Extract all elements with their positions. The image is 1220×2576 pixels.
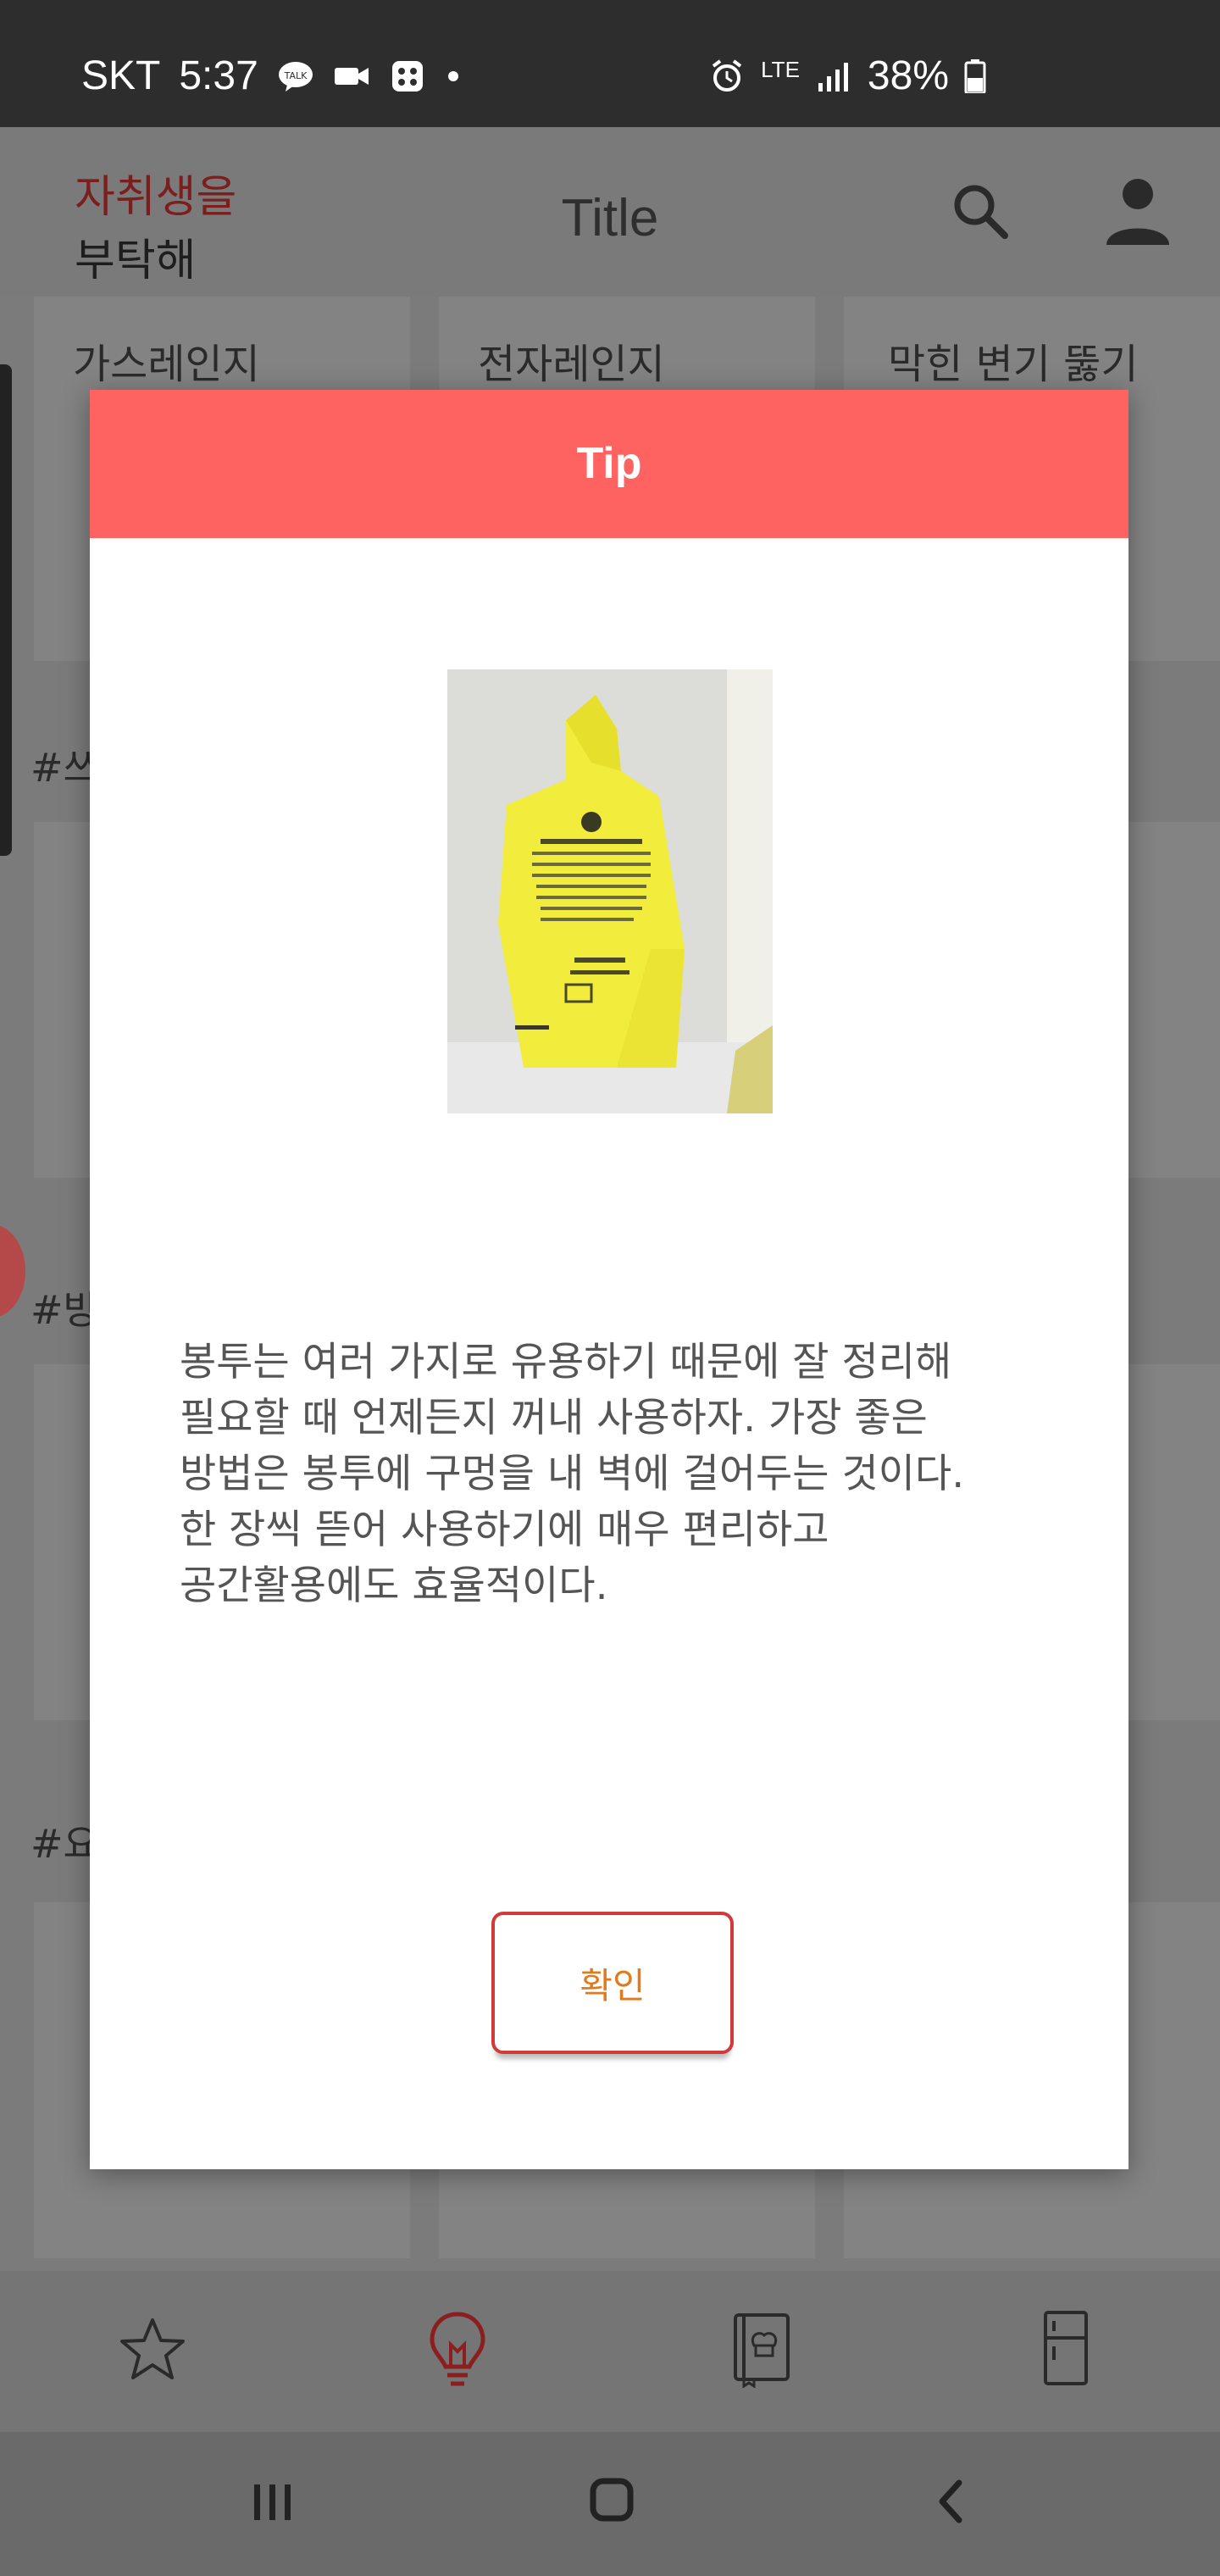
- confirm-button[interactable]: 확인: [491, 1912, 734, 2054]
- network-text: LTE: [761, 56, 800, 82]
- card-title: 막힌 변기 뚫기: [888, 341, 1139, 388]
- system-navigation: [0, 2432, 1220, 2576]
- kakaotalk-icon: TALK: [278, 61, 313, 92]
- bottom-navigation: [0, 2271, 1220, 2432]
- edge-panel-handle[interactable]: [0, 364, 12, 856]
- page-title: Title: [561, 189, 659, 247]
- dialog-title: Tip: [576, 439, 642, 488]
- home-icon[interactable]: [588, 2474, 635, 2525]
- section-tag: #요: [30, 1821, 99, 1867]
- account-icon[interactable]: [1101, 174, 1174, 247]
- tip-text: 봉투는 여러 가지로 유용하기 때문에 잘 정리해 필요할 때 언제든지 꺼내 …: [180, 1339, 965, 1609]
- fridge-icon[interactable]: [1042, 2309, 1090, 2390]
- battery-text: 38%: [867, 53, 949, 98]
- alarm-icon: [712, 58, 742, 92]
- card-title: 전자레인지: [478, 341, 665, 388]
- lightbulb-icon[interactable]: [424, 2309, 491, 2390]
- back-icon[interactable]: [932, 2478, 969, 2525]
- section-tag: #방: [30, 1287, 99, 1333]
- dialog-header: Tip: [90, 390, 1128, 538]
- status-bar: SKT 5:37 TALK LTE 38%: [0, 0, 1220, 127]
- battery-icon: [964, 58, 986, 93]
- signal-icon: [818, 62, 848, 92]
- card-title: 가스레인지: [73, 341, 260, 388]
- hanging-bag-photo: [447, 669, 773, 1113]
- game-icon: [391, 60, 423, 92]
- section-tag: #쓰: [30, 745, 99, 791]
- dot-icon: [447, 70, 458, 81]
- clock-text: 5:37: [179, 53, 258, 98]
- tip-dialog: Tip 봉투는 여러 가지로 유용하기 때문에 잘 정리해 필요할 때 언제든지…: [90, 390, 1128, 2169]
- svg-text:TALK: TALK: [283, 70, 308, 81]
- search-icon[interactable]: [949, 180, 1013, 244]
- recipe-book-icon[interactable]: [730, 2312, 795, 2388]
- recents-icon[interactable]: [249, 2481, 297, 2523]
- video-icon: [334, 67, 369, 85]
- star-icon[interactable]: [119, 2315, 186, 2383]
- carrier-text: SKT: [81, 53, 161, 98]
